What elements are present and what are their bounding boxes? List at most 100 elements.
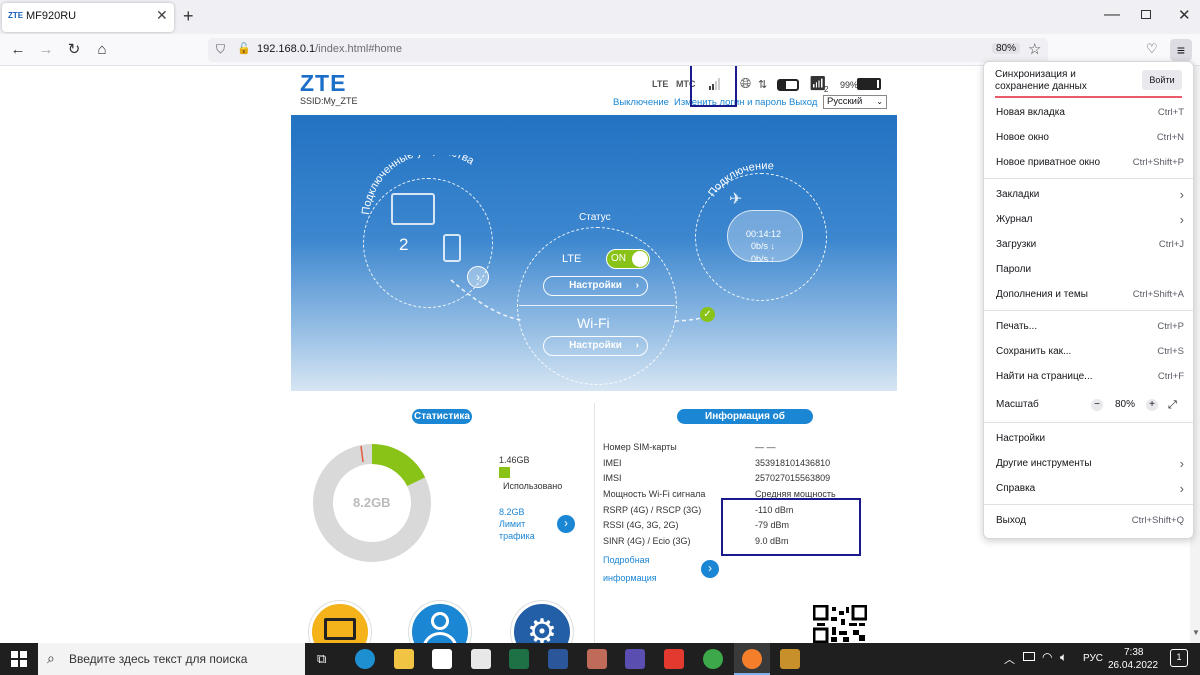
fullscreen-icon[interactable]: ⤢ bbox=[1168, 396, 1177, 414]
store-icon[interactable] bbox=[432, 649, 452, 669]
menu-item-private-window[interactable]: Новое приватное окно Ctrl+Shift+P bbox=[996, 154, 1184, 172]
minimize-icon[interactable]: — bbox=[1104, 6, 1120, 24]
lte-toggle[interactable]: ON bbox=[606, 249, 650, 269]
more-info-link-2[interactable]: информация bbox=[603, 573, 657, 583]
more-info-link[interactable]: Подробная bbox=[603, 555, 650, 565]
restore-icon[interactable] bbox=[1141, 10, 1151, 19]
menu-item-downloads[interactable]: Загрузки Ctrl+J bbox=[996, 236, 1184, 254]
lte-settings-button[interactable]: Настройки › bbox=[543, 276, 648, 296]
input-language[interactable]: РУС bbox=[1083, 653, 1103, 664]
menu-item-label: Пароли bbox=[996, 264, 1032, 275]
logout-link[interactable]: Выход bbox=[789, 97, 817, 108]
battery-percent: 99% bbox=[840, 80, 859, 90]
close-tab-icon[interactable]: ✕ bbox=[156, 7, 168, 24]
menu-item-bookmarks[interactable]: Закладки › bbox=[996, 186, 1184, 204]
home-icon[interactable]: ⌂ bbox=[92, 40, 112, 60]
mail-icon[interactable] bbox=[471, 649, 491, 669]
shutdown-link[interactable]: Выключение bbox=[613, 97, 669, 108]
volume-icon[interactable]: 🔈︎ bbox=[1060, 650, 1067, 665]
menu-item-label: Дополнения и темы bbox=[996, 289, 1088, 300]
app-menu-icon[interactable]: ≡ bbox=[1170, 39, 1192, 61]
traffic-limit-arrow-icon[interactable]: › bbox=[557, 515, 575, 533]
bookmark-star-icon[interactable]: ☆ bbox=[1028, 40, 1041, 58]
paint-icon[interactable] bbox=[780, 649, 800, 669]
limit-label[interactable]: Лимит bbox=[499, 519, 525, 529]
acrobat-icon[interactable] bbox=[664, 649, 684, 669]
word-icon[interactable] bbox=[548, 649, 568, 669]
more-info-arrow-icon[interactable]: › bbox=[701, 560, 719, 578]
menu-item-find[interactable]: Найти на странице... Ctrl+F bbox=[996, 368, 1184, 386]
battery-tray-icon[interactable] bbox=[1023, 652, 1035, 661]
limit-value[interactable]: 8.2GB bbox=[499, 507, 525, 517]
menu-item-label: Выход bbox=[996, 515, 1026, 526]
menu-item-passwords[interactable]: Пароли bbox=[996, 261, 1184, 279]
menu-item-label: Найти на странице... bbox=[996, 371, 1093, 382]
url-bar[interactable]: ⛉ 🔓 192.168.0.1/index.html#home 80% ☆ bbox=[208, 38, 1048, 62]
menu-separator bbox=[984, 504, 1193, 505]
paper-plane-icon: ✈ bbox=[729, 191, 743, 208]
scroll-down-icon[interactable]: ▼ bbox=[1192, 628, 1200, 637]
app-icon[interactable] bbox=[587, 649, 607, 669]
file-explorer-icon[interactable] bbox=[394, 649, 414, 669]
search-icon: ⌕ bbox=[47, 650, 55, 666]
clock-date[interactable]: 26.04.2022 bbox=[1108, 660, 1158, 671]
windows-start-icon[interactable] bbox=[11, 651, 27, 667]
menu-item-shortcut: Ctrl+Shift+P bbox=[1132, 157, 1184, 168]
sync-label-line2: сохранение данных bbox=[995, 81, 1087, 92]
taskbar-search-box[interactable]: ⌕ Введите здесь текст для поиска bbox=[38, 643, 305, 675]
forward-icon[interactable]: → bbox=[36, 40, 56, 60]
menu-separator bbox=[984, 178, 1193, 179]
save-app-icon[interactable] bbox=[625, 649, 645, 669]
excel-icon[interactable] bbox=[509, 649, 529, 669]
notifications-icon[interactable]: 1 bbox=[1170, 649, 1188, 667]
sync-accent-line bbox=[995, 96, 1182, 98]
zoom-out-button[interactable]: − bbox=[1091, 399, 1103, 411]
menu-item-label: Новое окно bbox=[996, 132, 1049, 143]
shield-icon[interactable]: ⛉ bbox=[216, 42, 225, 57]
chevron-up-icon[interactable]: ︿ bbox=[1004, 651, 1015, 667]
menu-item-addons[interactable]: Дополнения и темы Ctrl+Shift+A bbox=[996, 286, 1184, 304]
menu-item-help[interactable]: Справка › bbox=[996, 480, 1184, 498]
menu-item-print[interactable]: Печать... Ctrl+P bbox=[996, 318, 1184, 336]
task-view-icon[interactable]: ⧉ bbox=[317, 651, 326, 667]
firefox-taskbar-button[interactable] bbox=[734, 643, 770, 675]
windows-taskbar: ⌕ Введите здесь текст для поиска ⧉ ︿ ◠ 🔈… bbox=[0, 643, 1200, 675]
reload-icon[interactable]: ↻ bbox=[64, 40, 84, 60]
browser-tab[interactable]: ZTE MF920RU ✕ bbox=[2, 3, 174, 32]
highlight-box-signal-values bbox=[721, 498, 861, 556]
settings-shortcut-icon[interactable]: ⚙ bbox=[511, 601, 573, 643]
new-tab-icon[interactable]: + bbox=[183, 6, 194, 27]
menu-item-new-window[interactable]: Новое окно Ctrl+N bbox=[996, 129, 1184, 147]
menu-item-save-as[interactable]: Сохранить как... Ctrl+S bbox=[996, 343, 1184, 361]
menu-item-zoom: Масштаб − 80% + ⤢ bbox=[996, 396, 1184, 414]
sms-shortcut-icon[interactable] bbox=[309, 601, 371, 643]
clock-time[interactable]: 7:38 bbox=[1124, 647, 1143, 658]
info-row-imei: IMEI 353918101436810 bbox=[603, 458, 893, 470]
language-select[interactable]: Русский ⌄ bbox=[823, 95, 887, 109]
chrome-icon[interactable] bbox=[703, 649, 723, 669]
close-window-icon[interactable]: ✕ bbox=[1178, 6, 1191, 24]
data-transfer-icon: ⇅ bbox=[758, 79, 768, 91]
url-path: /index.html#home bbox=[315, 43, 402, 55]
lock-icon[interactable]: 🔓 bbox=[237, 42, 251, 55]
menu-item-history[interactable]: Журнал › bbox=[996, 211, 1184, 229]
url-host: 192.168.0.1 bbox=[257, 43, 316, 55]
info-label: IMEI bbox=[603, 458, 622, 468]
back-icon[interactable]: ← bbox=[8, 40, 28, 60]
phonebook-shortcut-icon[interactable] bbox=[409, 601, 471, 643]
pocket-icon[interactable]: ♡ bbox=[1146, 41, 1158, 57]
limit-label-2[interactable]: трафика bbox=[499, 531, 535, 541]
menu-item-more-tools[interactable]: Другие инструменты › bbox=[996, 455, 1184, 473]
wifi-label: Wi-Fi bbox=[577, 315, 610, 331]
menu-item-settings[interactable]: Настройки bbox=[996, 430, 1184, 448]
zoom-indicator[interactable]: 80% bbox=[992, 43, 1021, 54]
devices-arrow-icon[interactable]: › bbox=[467, 266, 489, 288]
menu-item-exit[interactable]: Выход Ctrl+Shift+Q bbox=[996, 512, 1184, 530]
sign-in-button[interactable]: Войти bbox=[1142, 70, 1182, 90]
upload-speed: 0b/s ↑ bbox=[751, 254, 776, 264]
wifi-settings-button[interactable]: Настройки › bbox=[543, 336, 648, 356]
network-tray-icon[interactable]: ◠ bbox=[1042, 650, 1052, 664]
menu-item-new-tab[interactable]: Новая вкладка Ctrl+T bbox=[996, 104, 1184, 122]
zoom-in-button[interactable]: + bbox=[1146, 399, 1158, 411]
edge-icon[interactable] bbox=[355, 649, 375, 669]
